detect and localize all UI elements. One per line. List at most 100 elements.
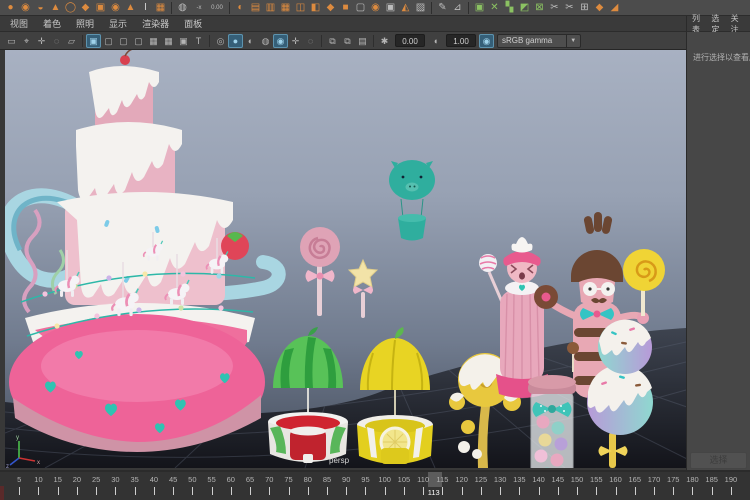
shelf-button-icon[interactable]: ● — [3, 1, 18, 15]
svg-text:x: x — [37, 460, 40, 466]
watermelon-ride[interactable] — [268, 327, 348, 463]
viewport-toolbar-icon[interactable]: ✱ — [377, 34, 392, 48]
pink-lollipop[interactable] — [300, 227, 340, 316]
shelf-button-icon[interactable]: ▣ — [383, 1, 398, 15]
shelf-button-icon[interactable]: ▢ — [353, 1, 368, 15]
pig-hot-air-balloon[interactable] — [389, 160, 435, 241]
scene-3d: y x z — [5, 50, 686, 468]
shelf-button-icon[interactable]: ▦ — [153, 1, 168, 15]
shelf-toolbar[interactable]: ●◉◒▲◯◆▣◉▲I▦◍-x0.00◐▤▥▦◫◧◆■▢◉▣◭▨✎⊿▣✕▚◩⊠✂✂… — [0, 0, 750, 16]
shelf-button-icon[interactable]: 0.00 — [208, 1, 226, 15]
shelf-button-icon[interactable]: ✕ — [487, 1, 502, 15]
viewport-toolbar-icon[interactable]: ◍ — [258, 34, 273, 48]
viewport-toolbar-icon[interactable]: ▣ — [176, 34, 191, 48]
viewport-toolbar-icon[interactable]: ▤ — [355, 34, 370, 48]
shelf-button-icon[interactable]: ✂ — [547, 1, 562, 15]
viewport-toolbar-icon[interactable]: ● — [228, 34, 243, 48]
shelf-button-icon[interactable]: ◉ — [368, 1, 383, 15]
viewport-toolbar-icon[interactable]: ▢ — [101, 34, 116, 48]
shelf-button-icon[interactable]: ▥ — [263, 1, 278, 15]
timeline-tick-label: 165 — [628, 475, 641, 484]
shelf-button-icon[interactable]: ◆ — [592, 1, 607, 15]
camera-label: persp — [329, 456, 349, 465]
shelf-button-icon[interactable]: ▣ — [93, 1, 108, 15]
shelf-button-icon[interactable]: ⊿ — [450, 1, 465, 15]
viewport-toolbar-icon[interactable]: ◐ — [243, 34, 258, 48]
shelf-button-icon[interactable]: ▤ — [248, 1, 263, 15]
colorspace-dropdown[interactable]: sRGB gamma ▼ — [497, 34, 581, 48]
viewport-toolbar-icon[interactable]: ◌ — [303, 34, 318, 48]
candy-jar[interactable] — [528, 375, 576, 468]
shelf-button-icon[interactable]: ⊠ — [532, 1, 547, 15]
shelf-button-icon[interactable]: ◍ — [175, 1, 190, 15]
shelf-button-icon[interactable]: ◆ — [323, 1, 338, 15]
panel-menu-item-3[interactable]: 显示 — [109, 17, 127, 30]
shelf-button-icon[interactable]: ◒ — [33, 1, 48, 15]
viewport-toolbar-icon[interactable]: ◎ — [213, 34, 228, 48]
shelf-button-icon[interactable]: ▣ — [472, 1, 487, 15]
panel-menu-item-0[interactable]: 视图 — [10, 17, 28, 30]
panel-menu-item-2[interactable]: 照明 — [76, 17, 94, 30]
toolbar-separator — [373, 35, 374, 47]
shelf-button-icon[interactable]: ▚ — [502, 1, 517, 15]
viewport-toolbar-icon[interactable]: ▢ — [131, 34, 146, 48]
viewport-toolbar-icon[interactable]: ▱ — [64, 34, 79, 48]
viewport-toolbar-icon[interactable]: ⧉ — [340, 34, 355, 48]
time-slider[interactable]: 113 510152025303540455055606570758085909… — [0, 470, 750, 500]
shelf-button-icon[interactable]: ▦ — [278, 1, 293, 15]
shelf-button-icon[interactable]: ▨ — [413, 1, 428, 15]
shelf-button-icon[interactable]: ◭ — [398, 1, 413, 15]
shelf-button-icon[interactable]: ◆ — [78, 1, 93, 15]
panel-menu-item-4[interactable]: 渲染器 — [142, 17, 169, 30]
timeline-tick-label: 70 — [265, 475, 273, 484]
viewport-toolbar-icon[interactable]: ▭ — [4, 34, 19, 48]
shelf-button-icon[interactable]: ◉ — [108, 1, 123, 15]
carousel-cake[interactable] — [7, 50, 279, 452]
star-wand[interactable] — [349, 260, 377, 318]
shelf-button-icon[interactable]: ⊞ — [577, 1, 592, 15]
color-management-icon[interactable]: ◉ — [479, 34, 494, 48]
shelf-separator — [431, 2, 432, 14]
viewport-toolbar-icon[interactable]: ▢ — [116, 34, 131, 48]
range-start-handle[interactable] — [0, 486, 4, 500]
shelf-button-icon[interactable]: I — [138, 1, 153, 15]
shelf-button-icon[interactable]: ◩ — [517, 1, 532, 15]
shelf-button-icon[interactable]: ■ — [338, 1, 353, 15]
timeline-tick-label: 40 — [150, 475, 158, 484]
timeline-tick — [500, 487, 501, 495]
panel-menu-item-5[interactable]: 面板 — [184, 17, 202, 30]
shelf-button-icon[interactable]: ▲ — [123, 1, 138, 15]
shelf-button-icon[interactable]: ◉ — [18, 1, 33, 15]
timeline-tick-label: 130 — [494, 475, 507, 484]
viewport-toolbar-icon[interactable]: ⧉ — [325, 34, 340, 48]
colorspace-value: sRGB gamma — [502, 35, 552, 47]
contrast-icon[interactable]: ◖ — [428, 34, 443, 48]
exposure-field[interactable]: 0.00 — [395, 34, 425, 47]
panel-menu-item-1[interactable]: 着色 — [43, 17, 61, 30]
shelf-button-icon[interactable]: ◧ — [308, 1, 323, 15]
viewport-toolbar-icon[interactable]: ✛ — [34, 34, 49, 48]
viewport-toolbar-icon[interactable]: ⌖ — [19, 34, 34, 48]
shelf-button-icon[interactable]: -x — [190, 1, 208, 15]
shelf-button-icon[interactable]: ◫ — [293, 1, 308, 15]
shelf-button-icon[interactable]: ◐ — [233, 1, 248, 15]
viewport-toolbar-icon[interactable]: T — [191, 34, 206, 48]
shelf-button-icon[interactable]: ✎ — [435, 1, 450, 15]
viewport-toolbar-icon[interactable]: ▦ — [161, 34, 176, 48]
shelf-button-icon[interactable]: ✂ — [562, 1, 577, 15]
select-button[interactable]: 选择 — [690, 452, 747, 469]
shelf-button-icon[interactable]: ◯ — [63, 1, 78, 15]
viewport-toolbar-icon[interactable]: ✛ — [288, 34, 303, 48]
shelf-button-icon[interactable]: ◢ — [607, 1, 622, 15]
viewport-persp[interactable]: y x z persp — [5, 50, 686, 468]
cherry[interactable] — [120, 55, 130, 65]
viewport-toolbar-icon[interactable]: ◌ — [49, 34, 64, 48]
viewport-toolbar-icon[interactable]: ◉ — [273, 34, 288, 48]
viewport-toolbar-icon[interactable]: ▦ — [146, 34, 161, 48]
timeline-tick — [58, 487, 59, 495]
shelf-button-icon[interactable]: ▲ — [48, 1, 63, 15]
viewport-toolbar-icon[interactable]: ▣ — [86, 34, 101, 48]
gamma-field[interactable]: 1.00 — [446, 34, 476, 47]
donut-base[interactable] — [9, 314, 265, 452]
timeline-tick — [404, 487, 405, 495]
